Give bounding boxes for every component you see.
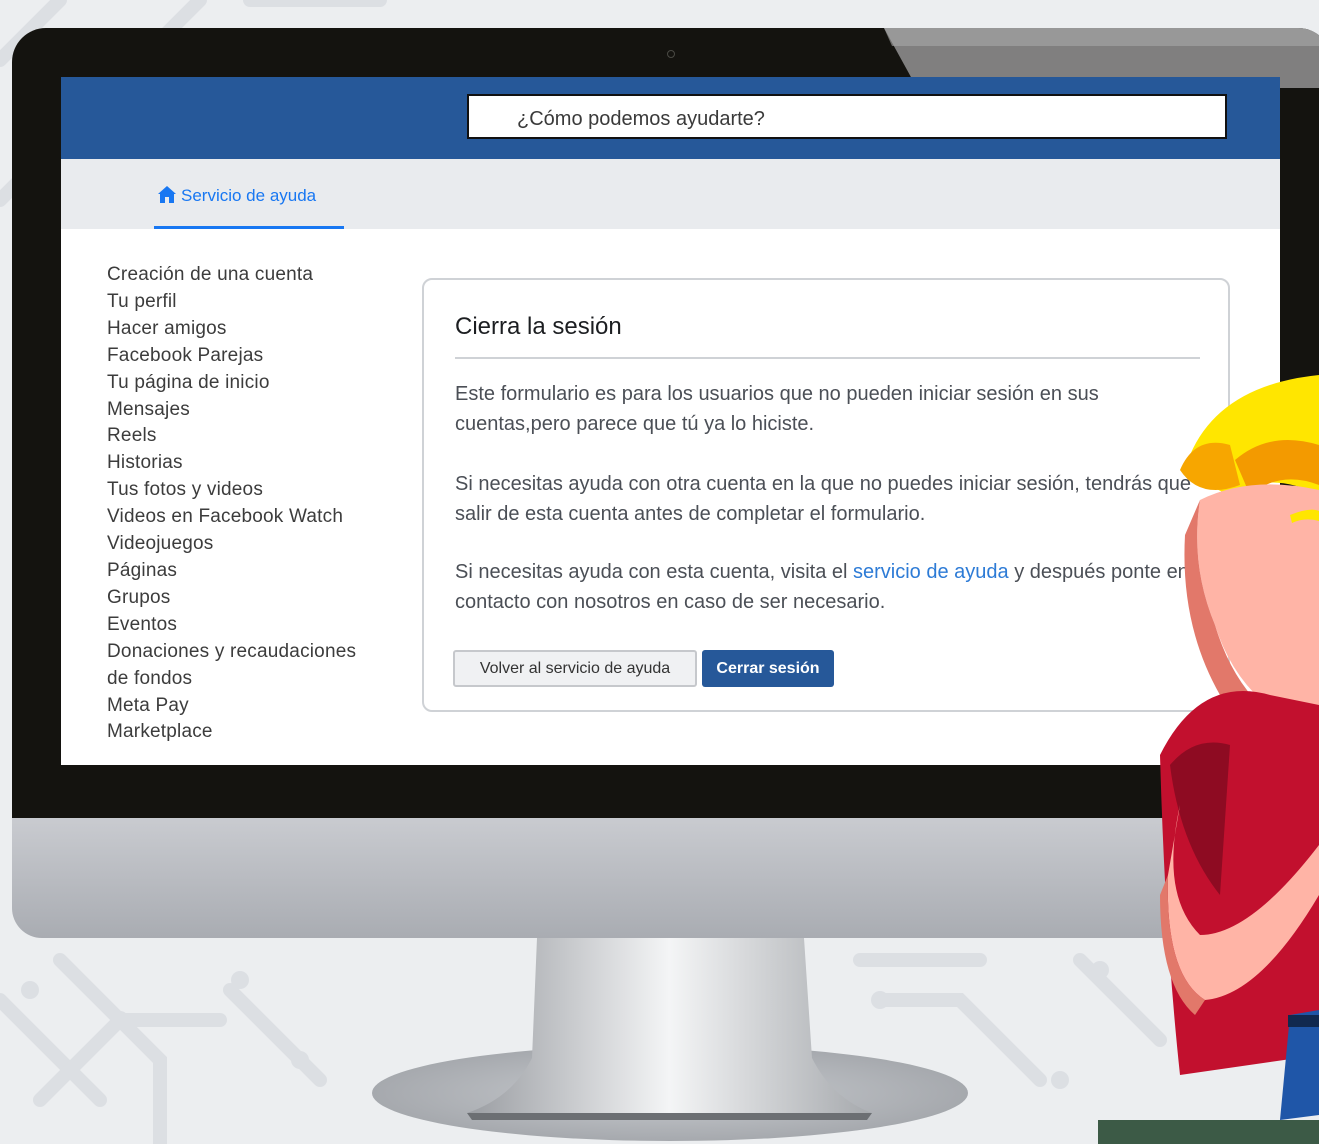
sidebar: Creación de una cuenta Tu perfil Hacer a… bbox=[107, 262, 407, 746]
monitor-chin bbox=[12, 818, 1319, 938]
sidebar-item[interactable]: Grupos bbox=[107, 585, 407, 612]
tab-help-center[interactable]: Servicio de ayuda bbox=[154, 159, 344, 229]
sidebar-item[interactable]: Videojuegos bbox=[107, 531, 407, 558]
tab-help-center-label: Servicio de ayuda bbox=[181, 186, 317, 205]
search-input[interactable]: ¿Cómo podemos ayudarte? bbox=[467, 94, 1227, 139]
card-paragraph-2: Si necesitas ayuda con otra cuenta en la… bbox=[455, 473, 1192, 525]
sidebar-item[interactable]: Mensajes bbox=[107, 397, 407, 424]
monitor-stand bbox=[372, 938, 968, 1141]
card-paragraph-3: Si necesitas ayuda con esta cuenta, visi… bbox=[455, 557, 1215, 617]
sidebar-item[interactable]: Historias bbox=[107, 450, 407, 477]
green-corner-block bbox=[1098, 1120, 1319, 1144]
help-center-link[interactable]: servicio de ayuda bbox=[853, 561, 1009, 583]
card-paragraph-1: Este formulario es para los usuarios que… bbox=[455, 383, 1099, 435]
logout-button[interactable]: Cerrar sesión bbox=[702, 650, 834, 687]
cartoon-character bbox=[1160, 375, 1319, 1120]
sidebar-item[interactable]: Facebook Parejas bbox=[107, 343, 407, 370]
sidebar-item[interactable]: Hacer amigos bbox=[107, 316, 407, 343]
sidebar-item[interactable]: Marketplace bbox=[107, 719, 407, 746]
sidebar-item[interactable]: Eventos bbox=[107, 612, 407, 639]
sidebar-item[interactable]: Creación de una cuenta bbox=[107, 262, 407, 289]
logout-card: Cierra la sesión Este formulario es para… bbox=[422, 278, 1230, 712]
sidebar-item[interactable]: Tus fotos y videos bbox=[107, 477, 407, 504]
home-icon bbox=[158, 186, 176, 203]
sidebar-item[interactable]: Tu página de inicio bbox=[107, 370, 407, 397]
paragraph-3-start: Si necesitas ayuda con esta cuenta, visi… bbox=[455, 561, 854, 583]
sidebar-item[interactable]: Páginas bbox=[107, 558, 407, 585]
top-bar: ¿Cómo podemos ayudarte? bbox=[61, 77, 1280, 159]
card-title: Cierra la sesión bbox=[455, 313, 622, 340]
sidebar-item[interactable]: de fondos bbox=[107, 666, 407, 693]
sub-navigation: Servicio de ayuda bbox=[61, 159, 1280, 229]
sidebar-item[interactable]: Meta Pay bbox=[107, 693, 407, 720]
sidebar-item[interactable]: Donaciones y recaudaciones bbox=[107, 639, 407, 666]
sidebar-item[interactable]: Tu perfil bbox=[107, 289, 407, 316]
help-center-screen: ¿Cómo podemos ayudarte? Servicio de ayud… bbox=[61, 77, 1280, 765]
divider bbox=[455, 357, 1200, 359]
back-to-help-button[interactable]: Volver al servicio de ayuda bbox=[453, 650, 697, 687]
camera-dot bbox=[667, 50, 675, 58]
sidebar-item[interactable]: Videos en Facebook Watch bbox=[107, 504, 407, 531]
sidebar-item[interactable]: Reels bbox=[107, 423, 407, 450]
